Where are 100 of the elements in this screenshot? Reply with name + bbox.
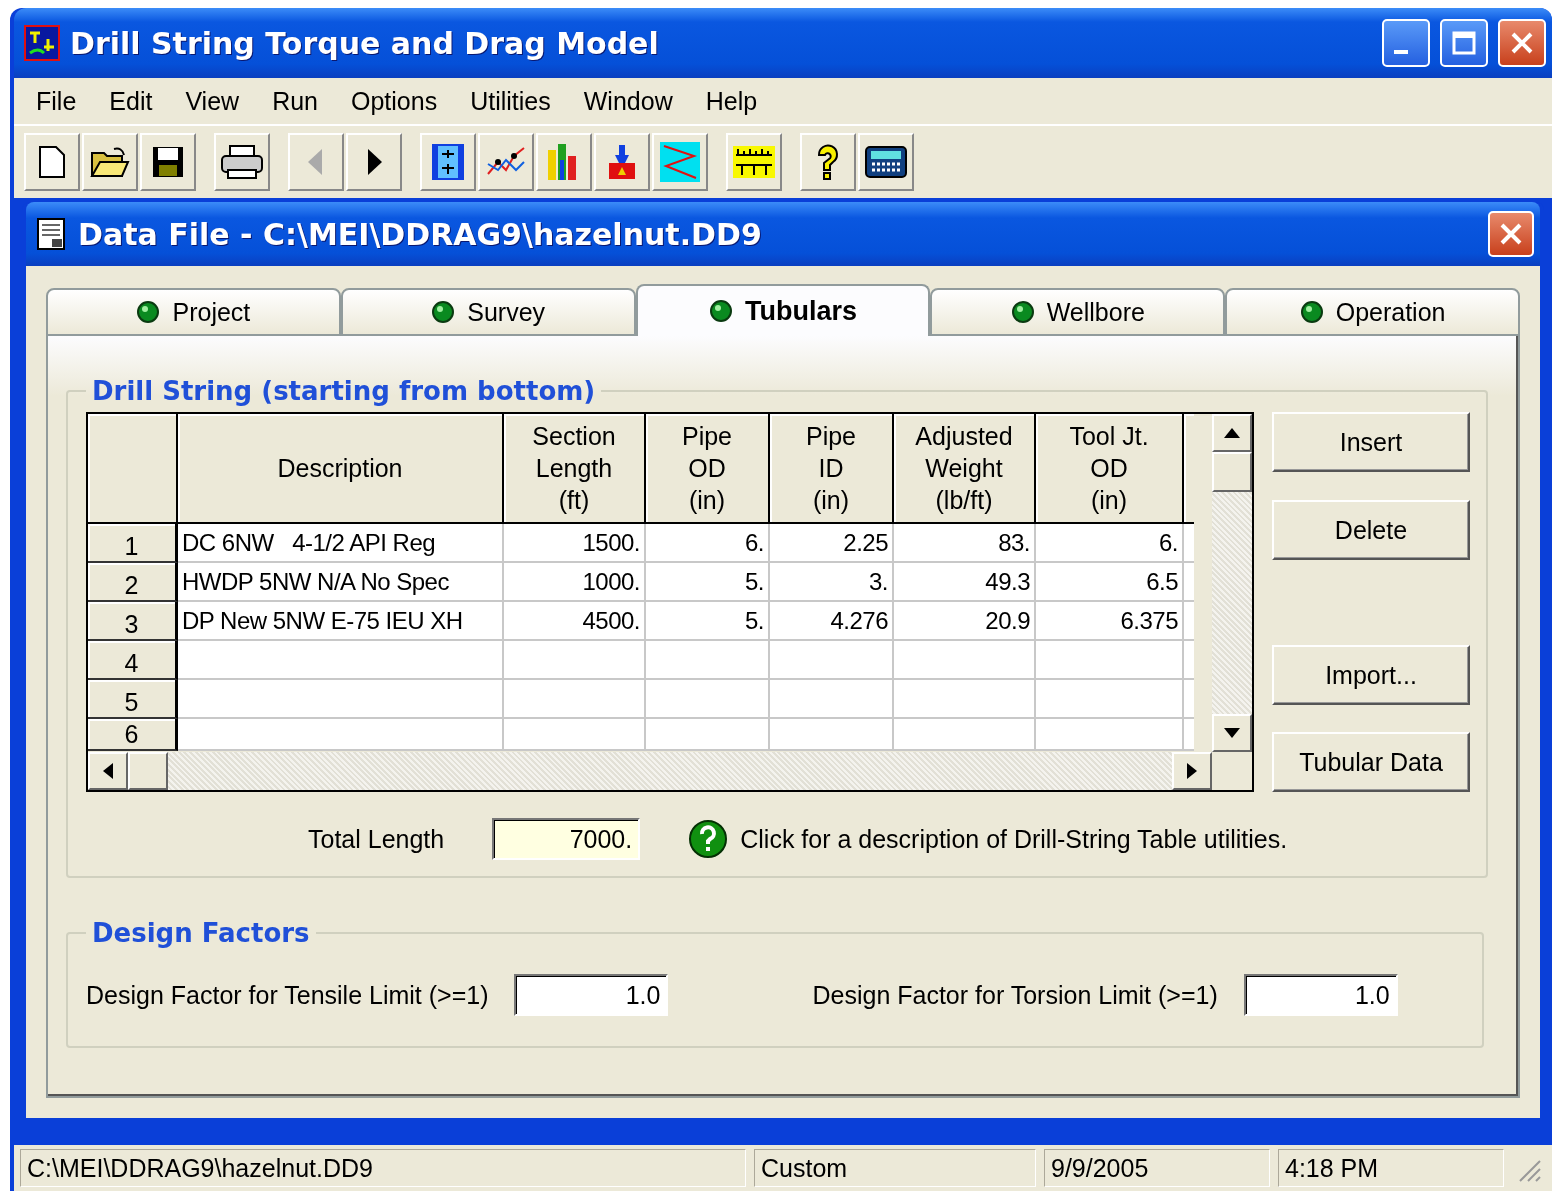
menu-item[interactable]: Run xyxy=(260,86,339,116)
table-cell: 83. xyxy=(894,524,1036,563)
table-cell: 6. xyxy=(1036,524,1184,563)
save-icon[interactable] xyxy=(140,133,196,191)
row-header: 2 xyxy=(88,563,178,602)
menu-item[interactable]: Edit xyxy=(97,86,174,116)
print-icon[interactable] xyxy=(214,133,270,191)
scroll-up-button[interactable] xyxy=(1212,414,1252,452)
maximize-icon xyxy=(1451,30,1477,56)
help-icon[interactable] xyxy=(688,819,729,859)
status-dot-icon xyxy=(1299,300,1324,324)
left-arrow-icon xyxy=(103,763,113,779)
table-cell: 6.5 xyxy=(1036,563,1184,602)
status-pane: 9/9/2005 xyxy=(1044,1149,1270,1187)
status-dot-icon xyxy=(1010,300,1035,324)
column-header: Pipe ID (in) xyxy=(770,414,894,524)
line-chart-icon[interactable] xyxy=(478,133,534,191)
push-button[interactable]: Tubular Data xyxy=(1272,732,1470,792)
status-pane: 4:18 PM xyxy=(1278,1149,1504,1187)
menu-item[interactable]: Help xyxy=(693,86,779,116)
table-cell: 5. xyxy=(646,602,770,641)
column-header: Pipe OD (in) xyxy=(646,414,770,524)
column-header: Tool Jt. OD (in) xyxy=(1036,414,1184,524)
scrollbar-thumb[interactable] xyxy=(128,752,168,790)
tab[interactable]: Survey xyxy=(340,288,636,336)
table-cell: 3. xyxy=(770,563,894,602)
child-window-title: Data File - C:\MEI\DDRAG9\hazelnut.DD9 xyxy=(78,216,763,252)
tab[interactable]: Project xyxy=(46,288,341,336)
rig-icon[interactable] xyxy=(594,133,650,191)
status-pane: C:\MEI\DDRAG9\hazelnut.DD9 xyxy=(20,1149,746,1187)
tab[interactable]: Operation xyxy=(1225,288,1520,336)
document-icon xyxy=(36,217,68,251)
tab[interactable]: Tubulars xyxy=(635,284,931,336)
menu-item[interactable]: Options xyxy=(339,86,459,116)
close-button[interactable] xyxy=(1488,211,1534,257)
row-header: 3 xyxy=(88,602,178,641)
table-cell: 4.276 xyxy=(770,602,894,641)
table-cell: 6.375 xyxy=(1036,602,1184,641)
column-header: Description xyxy=(178,414,504,524)
close-button[interactable] xyxy=(1498,19,1546,67)
table-cell: HWDP 5NW N/A No Spec xyxy=(178,563,504,602)
row-header: 5 xyxy=(88,680,178,719)
scrollbar-thumb[interactable] xyxy=(1212,452,1252,492)
group-title: Drill String (starting from bottom) xyxy=(91,376,597,406)
table-cell: 20.9 xyxy=(894,602,1036,641)
vertical-scrollbar[interactable] xyxy=(1212,414,1252,752)
table-cell: 1000. xyxy=(504,563,646,602)
push-button[interactable]: Delete xyxy=(1272,500,1470,560)
status-dot-icon xyxy=(709,299,733,323)
field-label: Total Length xyxy=(308,824,445,854)
input-field[interactable]: 1.0 xyxy=(1243,974,1398,1016)
input-field[interactable]: 1.0 xyxy=(514,974,669,1016)
menu-item[interactable]: Window xyxy=(571,86,694,116)
calculator-icon[interactable] xyxy=(858,133,914,191)
minimize-icon xyxy=(1394,50,1408,54)
field-label: Design Factor for Tensile Limit (>=1) xyxy=(86,980,489,1010)
bar-chart-icon[interactable] xyxy=(536,133,592,191)
ruler-icon[interactable] xyxy=(726,133,782,191)
menu-item[interactable]: Utilities xyxy=(458,86,572,116)
table-cell: DC 6NW 4-1/2 API Reg xyxy=(178,524,504,563)
column-header: Section Length (ft) xyxy=(504,414,646,524)
help-text[interactable]: Click for a description of Drill-String Table utilities. xyxy=(740,824,1288,854)
open-folder-icon[interactable] xyxy=(82,133,138,191)
maximize-button[interactable] xyxy=(1440,19,1488,67)
push-button[interactable]: Insert xyxy=(1272,412,1470,472)
status-dot-icon xyxy=(431,300,456,324)
zigzag-icon[interactable] xyxy=(652,133,708,191)
window-title: Drill String Torque and Drag Model xyxy=(70,25,660,61)
table-cell: 2.25 xyxy=(770,524,894,563)
row-header: 6 xyxy=(88,719,178,751)
push-button[interactable]: Import... xyxy=(1272,645,1470,705)
table-cell: 5. xyxy=(646,563,770,602)
table-cell: 4500. xyxy=(504,602,646,641)
status-pane: Custom xyxy=(754,1149,1036,1187)
scroll-left-button[interactable] xyxy=(88,752,128,790)
film-strip-icon[interactable] xyxy=(420,133,476,191)
table-cell: 49.3 xyxy=(894,563,1036,602)
table-cell: 6. xyxy=(646,524,770,563)
app-logo-icon xyxy=(24,25,60,61)
menu-item[interactable]: File xyxy=(24,86,98,116)
scroll-right-button[interactable] xyxy=(1172,752,1212,790)
down-arrow-icon xyxy=(1224,728,1240,738)
field-label: Design Factor for Torsion Limit (>=1) xyxy=(812,980,1218,1010)
row-header: 1 xyxy=(88,524,178,563)
scroll-down-button[interactable] xyxy=(1212,714,1252,752)
tab[interactable]: Wellbore xyxy=(930,288,1226,336)
column-header: Adjusted Weight (lb/ft) xyxy=(894,414,1036,524)
new-file-icon[interactable] xyxy=(24,133,80,191)
close-icon xyxy=(1498,221,1524,247)
minimize-button[interactable] xyxy=(1382,19,1430,67)
up-arrow-icon xyxy=(1224,428,1240,438)
close-icon xyxy=(1509,30,1535,56)
total-length-field[interactable]: 7000. xyxy=(492,818,641,860)
menu-item[interactable]: View xyxy=(173,86,261,116)
table-cell: 1500. xyxy=(504,524,646,563)
status-dot-icon xyxy=(136,300,161,324)
table-cell: DP New 5NW E-75 IEU XH xyxy=(178,602,504,641)
row-header: 4 xyxy=(88,641,178,680)
right-arrow-icon xyxy=(1187,763,1197,779)
group-title: Design Factors xyxy=(91,918,311,948)
